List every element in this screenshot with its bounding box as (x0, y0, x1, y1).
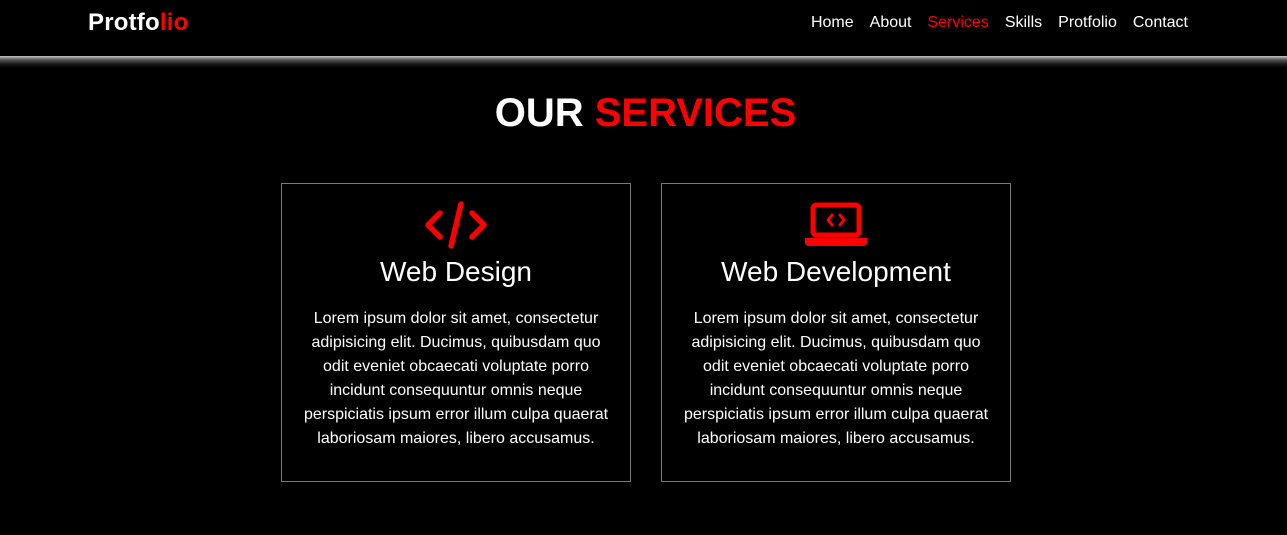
nav-link-protfolio[interactable]: Protfolio (1058, 13, 1117, 33)
service-card-title: Web Design (379, 256, 532, 287)
service-card-text: Lorem ipsum dolor sit amet, consectetur … (303, 310, 609, 447)
service-card-web-development: Web Development Lorem ipsum dolor sit am… (661, 183, 1011, 482)
nav-links: Home About Services Skills Protfolio Con… (811, 13, 1188, 33)
nav-link-skills[interactable]: Skills (1005, 13, 1042, 33)
service-card-title: Web Development (721, 256, 951, 287)
section-title: OUR SERVICES (0, 91, 1287, 135)
laptop-code-icon (662, 200, 1010, 250)
nav-link-home[interactable]: Home (811, 13, 854, 33)
logo-main: Protfo (88, 9, 160, 36)
section-title-main: OUR (494, 90, 584, 135)
logo-accent: lio (159, 9, 189, 36)
service-card-text: Lorem ipsum dolor sit amet, consectetur … (683, 310, 989, 447)
logo[interactable]: Protfolio (88, 9, 188, 37)
code-icon (282, 200, 630, 250)
nav-link-about[interactable]: About (870, 13, 912, 33)
nav-link-contact[interactable]: Contact (1133, 13, 1188, 33)
nav-link-services[interactable]: Services (927, 13, 988, 33)
navbar: Protfolio Home About Services Skills Pro… (0, 0, 1287, 56)
navbar-shadow (0, 56, 1287, 68)
section-title-accent: SERVICES (594, 90, 797, 135)
service-card-web-design: Web Design Lorem ipsum dolor sit amet, c… (281, 183, 631, 482)
